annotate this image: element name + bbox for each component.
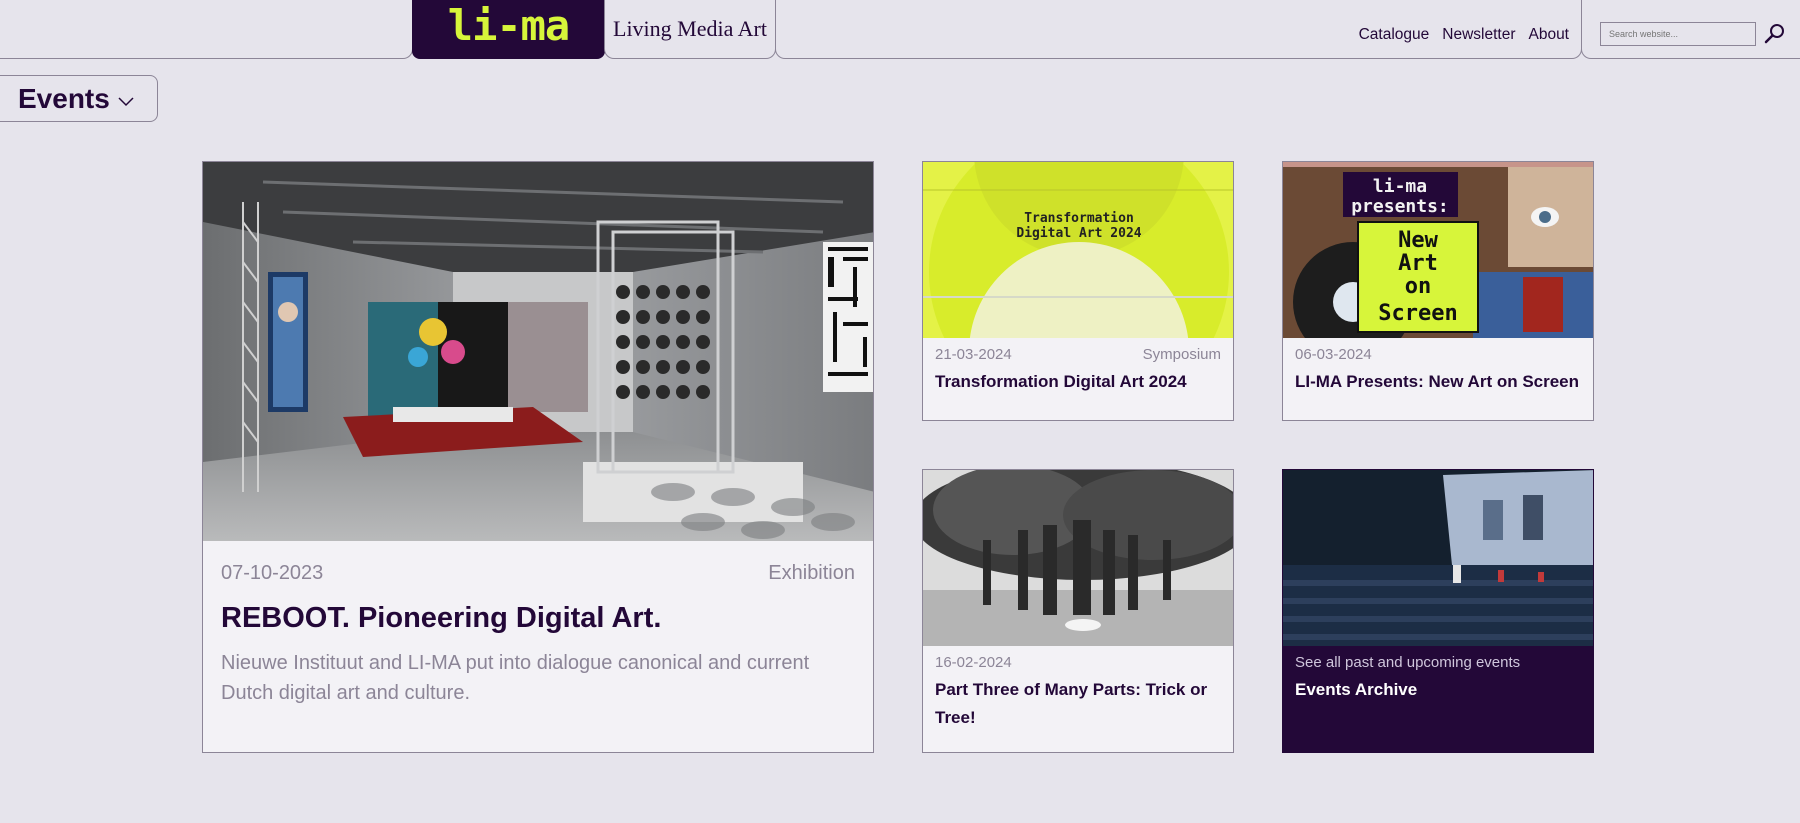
event-description: Nieuwe Instituut and LI-MA put into dial… [221, 652, 810, 704]
main-nav: Catalogue Newsletter About [775, 0, 1582, 59]
event-title[interactable]: LI-MA Presents: New Art on Screen [1295, 368, 1581, 396]
featured-event-card[interactable]: 07-10-2023 Exhibition REBOOT. Pioneering… [202, 161, 874, 753]
event-card[interactable]: li-ma presents: New Art on Screen 06-03-… [1282, 161, 1594, 421]
event-date: 16-02-2024 [935, 654, 1012, 671]
events-dropdown[interactable]: Events [0, 75, 158, 122]
archive-title[interactable]: Events Archive [1295, 676, 1581, 704]
featured-event-meta: 07-10-2023 Exhibition [221, 562, 855, 585]
event-date: 06-03-2024 [1295, 346, 1372, 363]
event-category: Exhibition [768, 562, 855, 584]
nav-catalogue[interactable]: Catalogue [1359, 26, 1430, 44]
event-card[interactable]: 16-02-2024 Part Three of Many Parts: Tri… [922, 469, 1234, 753]
header-spacer [0, 0, 413, 59]
event-date: 07-10-2023 [221, 562, 324, 584]
site-title: Living Media Art [613, 16, 767, 41]
image-caption-line2: presents: [1351, 196, 1449, 217]
nav-newsletter[interactable]: Newsletter [1442, 26, 1515, 44]
image-caption-line5: on [1405, 274, 1432, 299]
image-caption-line4: Art [1398, 251, 1438, 276]
image-caption-line6: Screen [1378, 301, 1457, 326]
image-caption-line2: Digital Art 2024 [1016, 226, 1141, 241]
chevron-down-icon [118, 96, 134, 106]
featured-event-image [203, 162, 873, 541]
image-caption-line1: Transformation [1024, 211, 1134, 226]
events-archive-card[interactable]: See all past and upcoming events Events … [1282, 469, 1594, 753]
site-title-box[interactable]: Living Media Art [604, 0, 776, 59]
event-meta: 16-02-2024 [935, 654, 1221, 671]
event-card[interactable]: Transformation Digital Art 2024 21-03-20… [922, 161, 1234, 421]
event-title[interactable]: Transformation Digital Art 2024 [935, 368, 1221, 396]
event-image [1283, 470, 1593, 646]
section-title: Events [18, 82, 110, 114]
search-input[interactable] [1600, 22, 1756, 46]
event-image: li-ma presents: New Art on Screen [1283, 162, 1593, 338]
search-icon[interactable] [1764, 22, 1786, 44]
archive-caption: See all past and upcoming events [1295, 654, 1521, 671]
archive-subtitle: See all past and upcoming events [1295, 654, 1581, 671]
site-header: li-ma Living Media Art Catalogue Newslet… [0, 0, 1800, 59]
event-date: 21-03-2024 [935, 346, 1012, 363]
logo-text: li-ma [447, 1, 570, 50]
event-meta: 06-03-2024 [1295, 346, 1581, 363]
event-title[interactable]: REBOOT. Pioneering Digital Art. [221, 602, 861, 635]
search-area [1581, 0, 1800, 59]
image-caption-line3: New [1398, 228, 1438, 253]
event-image: Transformation Digital Art 2024 [923, 162, 1233, 338]
event-title[interactable]: Part Three of Many Parts: Trick or Tree! [935, 676, 1221, 732]
nav-about[interactable]: About [1528, 26, 1569, 44]
site-logo[interactable]: li-ma [412, 0, 605, 59]
event-image [923, 470, 1233, 646]
image-caption-line1: li-ma [1373, 176, 1427, 197]
event-category: Symposium [1142, 346, 1221, 363]
event-meta: 21-03-2024 Symposium [935, 346, 1221, 363]
